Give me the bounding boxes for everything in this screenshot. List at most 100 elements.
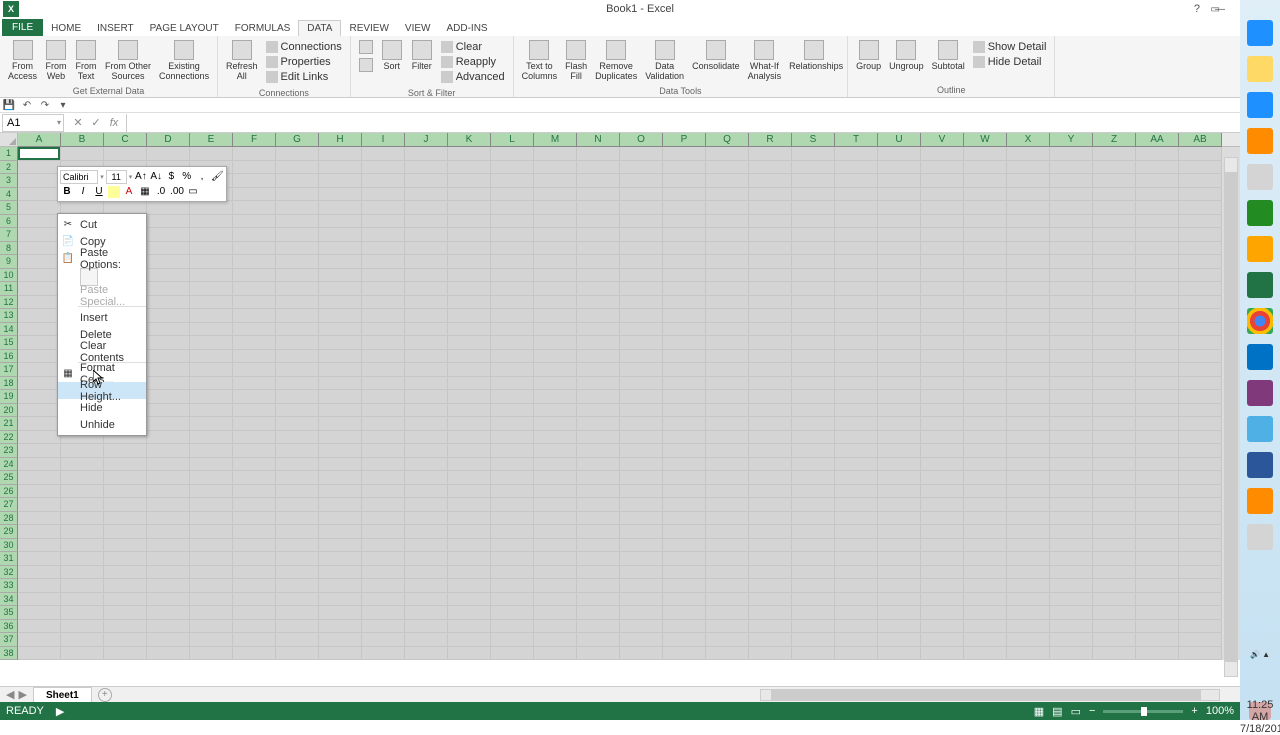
row-header[interactable]: 22 — [0, 431, 18, 445]
onenote-icon[interactable] — [1247, 380, 1273, 406]
row-header[interactable]: 37 — [0, 633, 18, 647]
tab-home[interactable]: HOME — [43, 21, 89, 36]
row-header[interactable]: 35 — [0, 606, 18, 620]
column-header[interactable]: H — [319, 133, 362, 147]
edit-links-button[interactable]: Edit Links — [264, 70, 344, 84]
column-header[interactable]: Y — [1050, 133, 1093, 147]
what-if-button[interactable]: What-If Analysis — [744, 38, 786, 84]
normal-view-icon[interactable]: ▦ — [1034, 705, 1044, 718]
column-header[interactable]: S — [792, 133, 835, 147]
tab-page-layout[interactable]: PAGE LAYOUT — [142, 21, 227, 36]
from-other-sources-button[interactable]: From Other Sources — [101, 38, 155, 84]
row-header[interactable]: 33 — [0, 579, 18, 593]
sheet-tab[interactable]: Sheet1 — [33, 687, 92, 703]
underline-icon[interactable]: U — [92, 185, 106, 199]
row-header[interactable]: 18 — [0, 377, 18, 391]
column-header[interactable]: C — [104, 133, 147, 147]
cells-area[interactable] — [18, 147, 1280, 660]
macro-record-icon[interactable]: ▶ — [56, 705, 64, 718]
row-header[interactable]: 11 — [0, 282, 18, 296]
column-header[interactable]: U — [878, 133, 921, 147]
minimize-button[interactable]: — — [1208, 1, 1232, 17]
cancel-formula-icon[interactable]: ✕ — [70, 115, 86, 131]
refresh-all-button[interactable]: Refresh All — [222, 38, 262, 84]
existing-connections-button[interactable]: Existing Connections — [155, 38, 213, 84]
column-header[interactable]: Q — [706, 133, 749, 147]
redo-icon[interactable]: ↷ — [39, 99, 51, 111]
menu-row-height[interactable]: Row Height... — [58, 382, 146, 399]
from-access-button[interactable]: From Access — [4, 38, 41, 84]
row-header[interactable]: 9 — [0, 255, 18, 269]
tab-addins[interactable]: ADD-INS — [438, 21, 495, 36]
zoom-level[interactable]: 100% — [1206, 705, 1234, 717]
column-header[interactable]: AB — [1179, 133, 1222, 147]
row-header[interactable]: 5 — [0, 201, 18, 215]
fx-icon[interactable]: fx — [106, 115, 122, 131]
column-header[interactable]: K — [448, 133, 491, 147]
hide-detail-button[interactable]: Hide Detail — [971, 55, 1049, 69]
row-header[interactable]: 20 — [0, 404, 18, 418]
increase-font-icon[interactable]: A↑ — [134, 170, 147, 184]
row-header[interactable]: 23 — [0, 444, 18, 458]
decrease-font-icon[interactable]: A↓ — [150, 170, 163, 184]
outlook-icon[interactable] — [1247, 344, 1273, 370]
select-all-button[interactable] — [0, 133, 18, 147]
menu-hide[interactable]: Hide — [58, 399, 146, 416]
tab-formulas[interactable]: FORMULAS — [227, 21, 299, 36]
zoom-slider[interactable] — [1103, 710, 1183, 713]
tab-data[interactable]: DATA — [298, 20, 341, 36]
advanced-button[interactable]: Advanced — [439, 70, 507, 84]
consolidate-button[interactable]: Consolidate — [688, 38, 744, 74]
media-player-icon[interactable] — [1247, 128, 1273, 154]
column-header[interactable]: L — [491, 133, 534, 147]
row-header[interactable]: 34 — [0, 593, 18, 607]
app-icon-2[interactable] — [1247, 200, 1273, 226]
row-header[interactable]: 1 — [0, 147, 18, 161]
menu-insert[interactable]: Insert — [58, 309, 146, 326]
tab-view[interactable]: VIEW — [397, 21, 439, 36]
app-icon-4[interactable] — [1247, 524, 1273, 550]
column-header[interactable]: F — [233, 133, 276, 147]
column-header[interactable]: T — [835, 133, 878, 147]
comma-format-icon[interactable]: , — [195, 170, 208, 184]
text-to-columns-button[interactable]: Text to Columns — [518, 38, 562, 84]
row-header[interactable]: 27 — [0, 498, 18, 512]
reapply-button[interactable]: Reapply — [439, 55, 507, 69]
column-header[interactable]: Z — [1093, 133, 1136, 147]
row-header[interactable]: 17 — [0, 363, 18, 377]
accounting-format-icon[interactable]: $ — [165, 170, 178, 184]
qat-customize-icon[interactable]: ▾ — [57, 99, 69, 111]
column-header[interactable]: X — [1007, 133, 1050, 147]
row-header[interactable]: 28 — [0, 512, 18, 526]
bold-icon[interactable]: B — [60, 185, 74, 199]
column-header[interactable]: P — [663, 133, 706, 147]
connections-button[interactable]: Connections — [264, 40, 344, 54]
show-detail-button[interactable]: Show Detail — [971, 40, 1049, 54]
row-header[interactable]: 13 — [0, 309, 18, 323]
save-icon[interactable]: 💾 — [3, 99, 15, 111]
name-box[interactable]: A1 — [2, 114, 64, 132]
group-button[interactable]: Group — [852, 38, 885, 74]
help-button[interactable]: ? — [1194, 3, 1200, 15]
menu-clear-contents[interactable]: Clear Contents — [58, 343, 146, 360]
properties-button[interactable]: Properties — [264, 55, 344, 69]
filter-button[interactable]: Filter — [407, 38, 437, 74]
data-validation-button[interactable]: Data Validation — [641, 38, 688, 84]
row-header[interactable]: 19 — [0, 390, 18, 404]
page-layout-view-icon[interactable]: ▤ — [1052, 705, 1062, 718]
page-break-view-icon[interactable]: ▭ — [1071, 705, 1081, 718]
subtotal-button[interactable]: Subtotal — [928, 38, 969, 74]
column-header[interactable]: B — [61, 133, 104, 147]
tab-insert[interactable]: INSERT — [89, 21, 142, 36]
column-header[interactable]: N — [577, 133, 620, 147]
tab-review[interactable]: REVIEW — [341, 21, 396, 36]
ie-icon-2[interactable] — [1247, 92, 1273, 118]
row-header[interactable]: 3 — [0, 174, 18, 188]
menu-unhide[interactable]: Unhide — [58, 416, 146, 433]
row-header[interactable]: 32 — [0, 566, 18, 580]
row-header[interactable]: 6 — [0, 215, 18, 229]
active-cell[interactable] — [18, 147, 60, 160]
row-header[interactable]: 25 — [0, 471, 18, 485]
enter-formula-icon[interactable]: ✓ — [88, 115, 104, 131]
ie-icon[interactable] — [1247, 20, 1273, 46]
